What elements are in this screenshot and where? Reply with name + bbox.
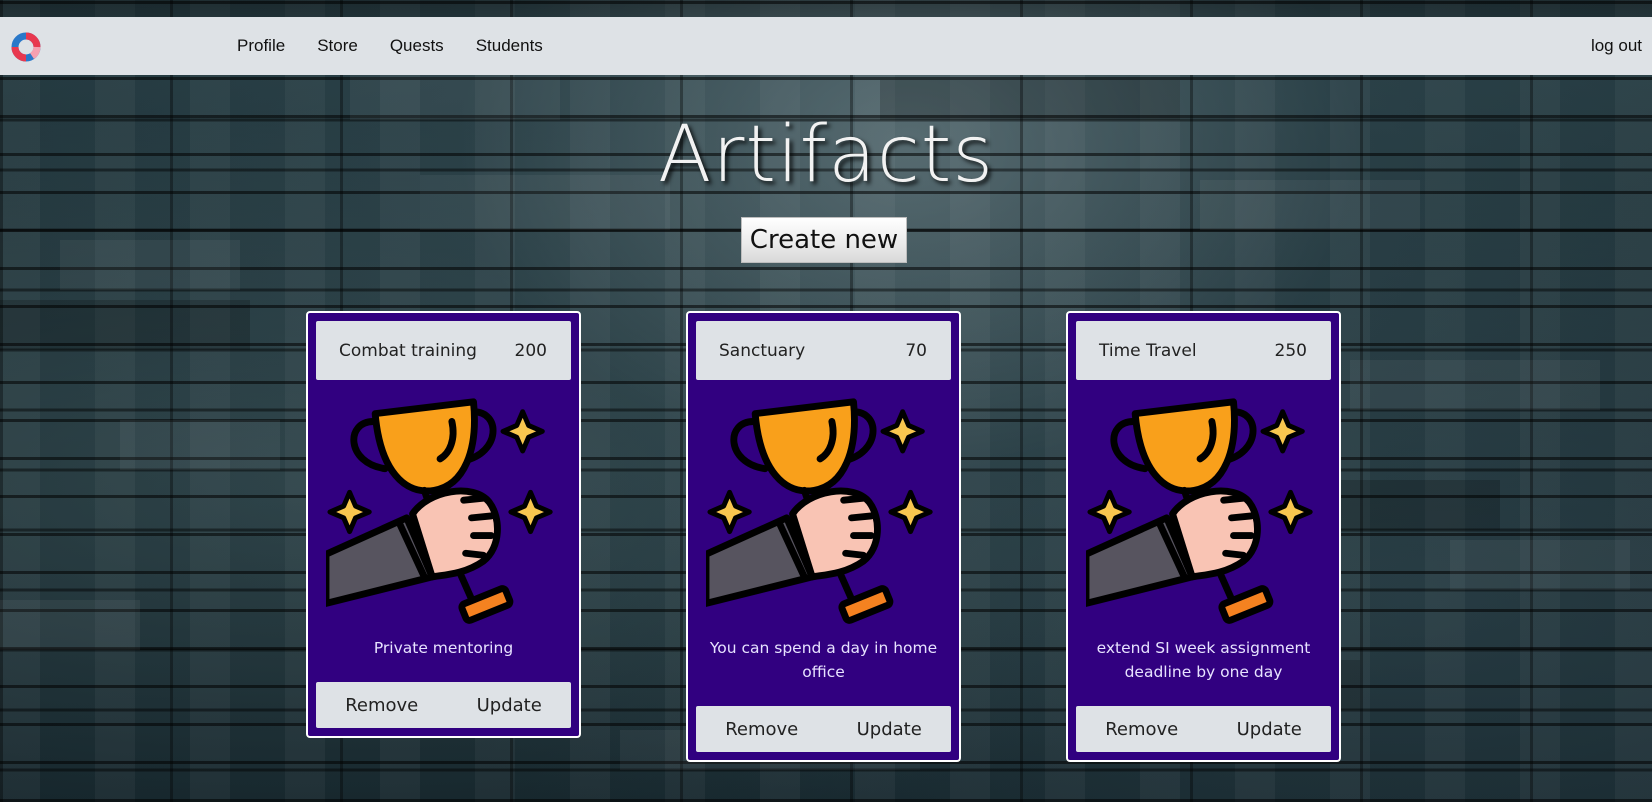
artifact-name: Time Travel [1099,340,1197,361]
navbar: Profile Store Quests Students log out [0,17,1652,75]
artifact-price: 200 [514,340,547,361]
nav-link-quests[interactable]: Quests [390,36,444,56]
create-new-button[interactable]: Create new [741,217,907,263]
artifact-card: Sanctuary 70 You can spend a day in home… [686,311,961,762]
artifact-price: 70 [905,340,927,361]
artifact-description: You can spend a day in home office [709,639,938,681]
card-header: Combat training 200 [316,321,571,380]
trophy-hand-icon [1085,398,1313,624]
ring-logo-icon[interactable] [10,31,42,63]
artifact-description: Private mentoring [373,639,514,657]
card-actions: Remove Update [1076,706,1331,752]
nav-link-students[interactable]: Students [476,36,543,56]
remove-button[interactable]: Remove [333,695,430,716]
remove-button[interactable]: Remove [713,719,810,740]
nav-link-profile[interactable]: Profile [237,36,285,56]
nav-link-store[interactable]: Store [317,36,358,56]
artifact-name: Sanctuary [719,340,806,361]
card-actions: Remove Update [316,682,571,728]
card-header: Time Travel 250 [1076,321,1331,380]
trophy-hand-icon [325,398,553,624]
update-button[interactable]: Update [465,695,554,716]
update-button[interactable]: Update [1225,719,1314,740]
artifact-card: Time Travel 250 extend SI week assignmen… [1066,311,1341,762]
artifact-description: extend SI week assignment deadline by on… [1096,639,1311,681]
card-actions: Remove Update [696,706,951,752]
card-header: Sanctuary 70 [696,321,951,380]
trophy-hand-icon [705,398,933,624]
artifact-name: Combat training [339,340,477,361]
update-button[interactable]: Update [845,719,934,740]
artifact-price: 250 [1274,340,1307,361]
remove-button[interactable]: Remove [1093,719,1190,740]
nav-links: Profile Store Quests Students [237,17,575,75]
page-title: Artifacts [657,110,995,200]
artifact-card: Combat training 200 Private mentoring Re… [306,311,581,738]
logout-link[interactable]: log out [1591,17,1642,75]
